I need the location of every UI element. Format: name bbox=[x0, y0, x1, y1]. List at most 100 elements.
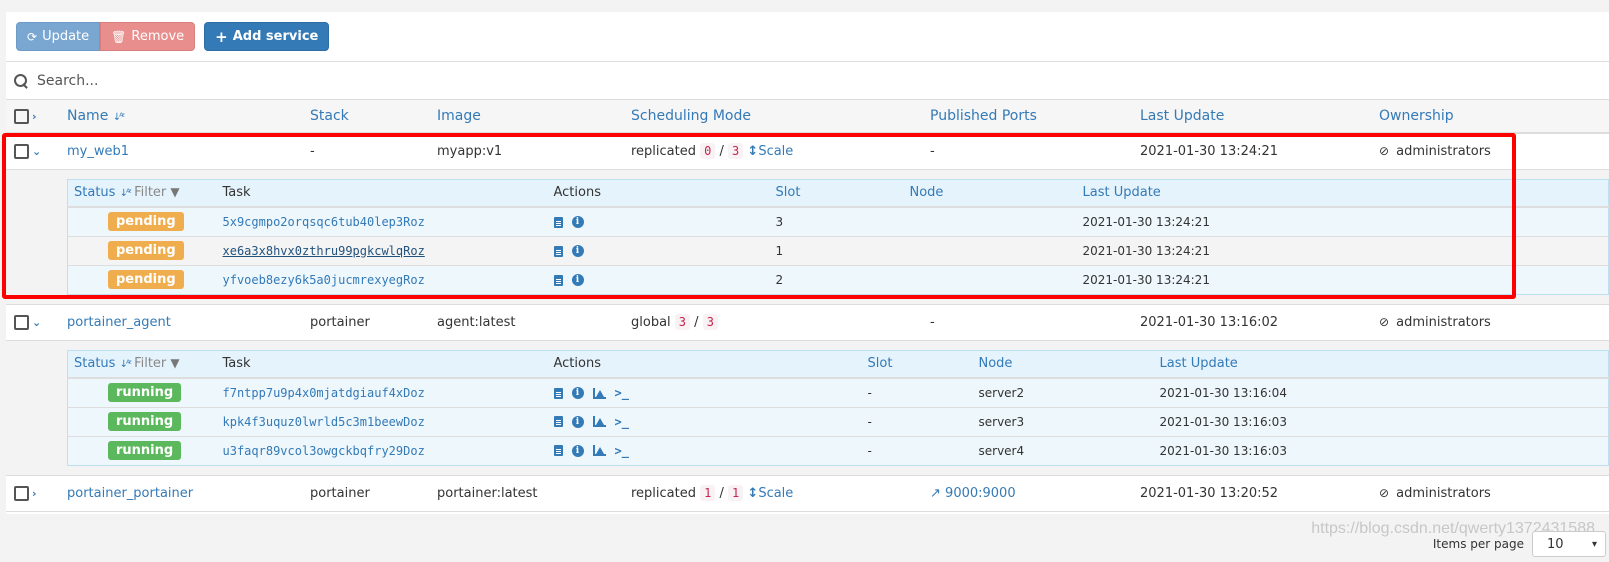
service-ownership: ⊘ administrators bbox=[1379, 314, 1491, 330]
toolbar: ⟳ Update 🗑 Remove + Add service bbox=[6, 12, 1609, 62]
task-id-link[interactable]: 5x9cgmpo2orqsqc6tub40lep3Roz bbox=[223, 215, 425, 229]
column-name[interactable]: Name ↓ᴬᶻ bbox=[67, 100, 310, 133]
task-row: pending xe6a3x8hvx0zthru99pgkcwlqRoz i 1… bbox=[67, 236, 1609, 266]
logs-icon[interactable] bbox=[553, 245, 563, 257]
remove-button[interactable]: 🗑 Remove bbox=[100, 22, 196, 51]
info-icon[interactable]: i bbox=[571, 415, 584, 428]
task-id-link[interactable]: f7ntpp7u9p4x0mjatdgiauf4xDoz bbox=[223, 386, 425, 400]
logs-icon[interactable] bbox=[553, 216, 563, 228]
plus-icon: + bbox=[215, 27, 228, 46]
service-image: agent:latest bbox=[437, 314, 516, 330]
column-node[interactable]: Node bbox=[978, 350, 1160, 379]
task-node: server3 bbox=[978, 407, 1160, 437]
filter-toggle[interactable]: Filter ▼ bbox=[134, 185, 180, 200]
task-slot: - bbox=[867, 407, 979, 437]
collapse-chevron-icon[interactable]: ⌄ bbox=[32, 316, 41, 329]
eye-slash-icon: ⊘ bbox=[1379, 485, 1390, 500]
logs-icon[interactable] bbox=[553, 387, 563, 399]
services-panel: ⟳ Update 🗑 Remove + Add service › Name ↓… bbox=[6, 12, 1609, 514]
info-icon[interactable]: i bbox=[571, 216, 584, 229]
service-name-link[interactable]: my_web1 bbox=[67, 144, 129, 159]
task-last-update: 2021-01-30 13:24:21 bbox=[1082, 207, 1609, 237]
add-service-button[interactable]: + Add service bbox=[204, 22, 330, 51]
service-ports: - bbox=[930, 143, 935, 159]
service-scheduling: global 3 / 3 bbox=[631, 304, 930, 340]
console-terminal-icon[interactable]: >_ bbox=[615, 386, 629, 400]
column-scheduling-mode[interactable]: Scheduling Mode bbox=[631, 100, 930, 133]
console-terminal-icon[interactable]: >_ bbox=[615, 444, 629, 458]
row-checkbox[interactable] bbox=[14, 485, 29, 501]
status-badge: pending bbox=[108, 212, 184, 232]
running-count: 3 bbox=[674, 313, 691, 330]
stats-area-chart-icon[interactable] bbox=[592, 387, 606, 399]
task-id-link[interactable]: u3faqr89vcol3owgckbqfry29Doz bbox=[223, 444, 425, 458]
column-image[interactable]: Image bbox=[437, 100, 631, 133]
status-badge: running bbox=[108, 383, 182, 403]
info-icon[interactable]: i bbox=[571, 245, 584, 257]
column-status[interactable]: Status bbox=[74, 356, 115, 371]
task-row: pending yfvoeb8ezy6k5a0jucmrexyegRoz i 2… bbox=[68, 265, 1609, 294]
task-id-link[interactable]: yfvoeb8ezy6k5a0jucmrexyegRoz bbox=[223, 273, 425, 287]
column-node[interactable]: Node bbox=[909, 179, 1083, 208]
filter-icon: ▼ bbox=[170, 356, 180, 371]
logs-icon[interactable] bbox=[553, 445, 563, 457]
service-row: ⌄ portainer_agent portainer agent:latest… bbox=[6, 304, 1609, 340]
task-row: running kpk4f3uquz0lwrld5c3m1beewDoz i >_… bbox=[67, 407, 1609, 437]
table-header: › Name ↓ᴬᶻ Stack Image Scheduling Mode P… bbox=[6, 100, 1609, 133]
items-per-page-label: Items per page bbox=[1432, 537, 1524, 551]
select-all-checkbox[interactable] bbox=[14, 108, 29, 124]
service-image: myapp:v1 bbox=[437, 143, 503, 159]
eye-slash-icon: ⊘ bbox=[1379, 143, 1390, 158]
services-table: › Name ↓ᴬᶻ Stack Image Scheduling Mode P… bbox=[6, 100, 1609, 512]
arrows-v-icon: ↕ bbox=[747, 485, 759, 501]
scale-link[interactable]: ↕Scale bbox=[747, 144, 793, 159]
info-icon[interactable]: i bbox=[571, 444, 584, 457]
scale-link[interactable]: ↕Scale bbox=[747, 486, 793, 501]
published-port-link[interactable]: ↗ 9000:9000 bbox=[930, 486, 1016, 501]
row-checkbox[interactable] bbox=[14, 143, 29, 159]
items-per-page-select[interactable]: 10 ▾ bbox=[1532, 531, 1606, 557]
row-checkbox[interactable] bbox=[14, 314, 29, 330]
column-status[interactable]: Status bbox=[74, 185, 115, 200]
service-row: ⌄ my_web1 - myapp:v1 replicated 0 / 3 ↕S… bbox=[6, 133, 1609, 169]
expand-chevron-icon[interactable]: › bbox=[32, 487, 37, 500]
task-node: server2 bbox=[978, 378, 1160, 408]
console-terminal-icon[interactable]: >_ bbox=[615, 415, 629, 429]
update-button[interactable]: ⟳ Update bbox=[16, 22, 101, 51]
logs-icon[interactable] bbox=[553, 274, 563, 286]
service-stack: portainer bbox=[310, 314, 370, 330]
status-badge: pending bbox=[108, 241, 184, 260]
column-slot[interactable]: Slot bbox=[775, 179, 910, 208]
column-task-last-update[interactable]: Last Update bbox=[1159, 350, 1609, 379]
service-ownership: ⊘ administrators bbox=[1379, 485, 1491, 501]
filter-toggle[interactable]: Filter ▼ bbox=[134, 356, 180, 371]
column-task-last-update[interactable]: Last Update bbox=[1082, 179, 1609, 208]
service-scheduling: replicated 0 / 3 ↕Scale bbox=[631, 142, 794, 159]
remove-label: Remove bbox=[131, 29, 185, 44]
service-name-link[interactable]: portainer_agent bbox=[67, 315, 171, 330]
stats-area-chart-icon[interactable] bbox=[592, 416, 606, 428]
service-last-update: 2021-01-30 13:24:21 bbox=[1140, 143, 1279, 159]
service-ports: ↗ 9000:9000 bbox=[930, 475, 1140, 511]
expand-all-chevron-icon[interactable]: › bbox=[32, 110, 37, 123]
info-icon[interactable]: i bbox=[571, 274, 584, 286]
task-id-link[interactable]: xe6a3x8hvx0zthru99pgkcwlqRoz bbox=[223, 244, 425, 258]
logs-icon[interactable] bbox=[553, 416, 563, 428]
task-slot: 1 bbox=[775, 236, 910, 266]
collapse-chevron-icon[interactable]: ⌄ bbox=[32, 145, 41, 158]
search-input[interactable] bbox=[37, 72, 1609, 89]
column-task: Task bbox=[222, 350, 554, 379]
task-node bbox=[909, 207, 1083, 237]
column-ownership[interactable]: Ownership bbox=[1379, 100, 1609, 133]
column-published-ports[interactable]: Published Ports bbox=[930, 100, 1140, 133]
info-icon[interactable]: i bbox=[571, 387, 584, 399]
tasks-table: Status ↓ᴬᶻ Filter ▼ Task Actions Slot No… bbox=[67, 178, 1609, 295]
column-stack[interactable]: Stack bbox=[310, 100, 437, 133]
stats-area-chart-icon[interactable] bbox=[592, 445, 606, 457]
column-actions: Actions bbox=[553, 179, 776, 208]
column-last-update[interactable]: Last Update bbox=[1140, 100, 1379, 133]
task-id-link[interactable]: kpk4f3uquz0lwrld5c3m1beewDoz bbox=[223, 415, 425, 429]
service-stack: portainer bbox=[310, 485, 370, 501]
column-slot[interactable]: Slot bbox=[867, 350, 979, 379]
service-name-link[interactable]: portainer_portainer bbox=[67, 486, 193, 501]
